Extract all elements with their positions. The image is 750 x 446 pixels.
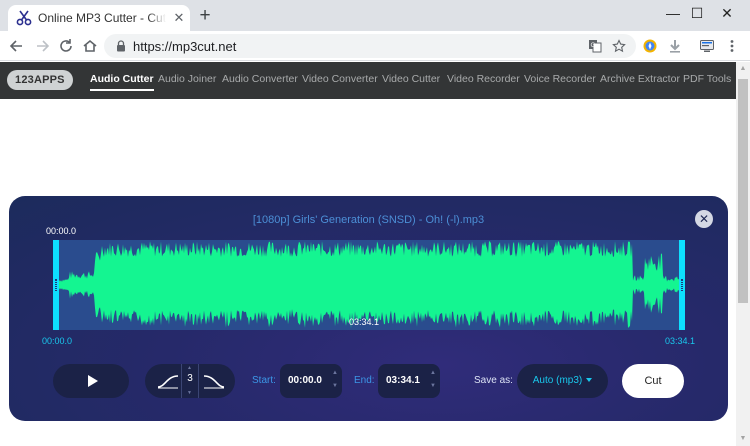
new-tab-button[interactable]: + [196, 6, 214, 25]
nav-archive-extractor[interactable]: Archive Extractor [600, 73, 680, 85]
format-dropdown[interactable]: Auto (mp3) [517, 364, 608, 398]
caret-down-icon [586, 378, 593, 382]
end-trim-handle[interactable] [679, 240, 685, 330]
extension-compass-icon[interactable] [642, 38, 658, 54]
svg-text:G: G [591, 42, 596, 49]
end-time-value: 03:34.1 [386, 375, 420, 386]
site-logo[interactable]: 123APPS [7, 70, 73, 90]
tab-close-icon[interactable]: ✕ [171, 10, 187, 26]
bookmark-star-icon[interactable] [612, 39, 626, 53]
fade-control: ▲ 3 ▼ [145, 364, 235, 398]
tab-title: Online MP3 Cutter - Cut Songs, Make Ring… [38, 11, 166, 25]
end-time-label: End: [354, 375, 375, 386]
home-icon[interactable] [81, 37, 99, 55]
nav-audio-converter[interactable]: Audio Converter [222, 73, 298, 85]
nav-pdf-tools[interactable]: PDF Tools [683, 73, 731, 85]
nav-audio-joiner[interactable]: Audio Joiner [158, 73, 216, 85]
range-end-label: 03:34.1 [665, 336, 696, 346]
nav-video-converter[interactable]: Video Converter [302, 73, 378, 85]
play-icon [88, 375, 98, 387]
scrollbar-thumb[interactable] [738, 79, 748, 303]
range-start-label: 00:00.0 [42, 336, 73, 346]
start-time-value: 00:00.0 [288, 375, 322, 386]
format-value: Auto (mp3) [532, 375, 583, 386]
chevron-down-icon[interactable]: ▼ [332, 383, 338, 389]
file-name: [1080p] Girls' Generation (SNSD) - Oh! (… [252, 214, 485, 226]
url-text: https://mp3cut.net [133, 39, 237, 54]
end-time-input[interactable]: 03:34.1 ▲ ▼ [378, 364, 440, 398]
scroll-down-arrow-icon[interactable]: ▼ [736, 432, 750, 446]
address-bar[interactable]: https://mp3cut.net G [104, 34, 636, 58]
scissors-icon [16, 10, 32, 26]
page-scrollbar[interactable]: ▲ ▼ [736, 62, 750, 446]
tab-strip: Online MP3 Cutter - Cut Songs, Make Ring… [0, 0, 750, 31]
cut-button[interactable]: Cut [622, 364, 684, 398]
chevron-up-icon[interactable]: ▲ [430, 370, 436, 376]
download-icon[interactable] [667, 38, 683, 54]
lock-icon [117, 40, 125, 52]
browser-toolbar: https://mp3cut.net G [0, 31, 750, 61]
cursor-time-label: 00:00.0 [46, 226, 77, 236]
play-button[interactable] [53, 364, 129, 398]
grip-icon [681, 279, 683, 291]
audio-editor-panel: [1080p] Girls' Generation (SNSD) - Oh! (… [9, 196, 728, 421]
divider [198, 364, 199, 398]
site-nav-bar: 123APPS Audio Cutter Audio Joiner Audio … [0, 62, 736, 99]
save-as-label: Save as: [474, 375, 513, 386]
reload-icon[interactable] [57, 37, 75, 55]
nav-voice-recorder[interactable]: Voice Recorder [524, 73, 596, 85]
menu-kebab-icon[interactable] [724, 38, 740, 54]
fade-increase-arrow-icon[interactable]: ▲ [187, 365, 192, 371]
start-time-label: Start: [252, 375, 276, 386]
selection-duration-label: 03:34.1 [349, 317, 380, 327]
chevron-down-icon[interactable]: ▼ [430, 383, 436, 389]
close-window-button[interactable]: ✕ [704, 0, 750, 28]
editor-controls: ▲ 3 ▼ Start: 00:00.0 ▲ ▼ End: 03:34.1 ▲ … [9, 364, 728, 400]
grip-icon [55, 279, 57, 291]
start-trim-handle[interactable] [53, 240, 59, 330]
translate-icon[interactable]: G [588, 39, 602, 53]
forward-arrow-icon[interactable] [33, 37, 51, 55]
fade-in-icon[interactable] [157, 373, 179, 389]
fade-decrease-arrow-icon[interactable]: ▼ [187, 390, 192, 396]
fade-out-icon[interactable] [203, 373, 225, 389]
back-arrow-icon[interactable] [8, 37, 26, 55]
extension-screen-icon[interactable] [699, 38, 715, 54]
nav-audio-cutter[interactable]: Audio Cutter [90, 73, 154, 91]
scroll-up-arrow-icon[interactable]: ▲ [736, 62, 750, 76]
nav-video-cutter[interactable]: Video Cutter [382, 73, 440, 85]
start-time-input[interactable]: 00:00.0 ▲ ▼ [280, 364, 342, 398]
nav-video-recorder[interactable]: Video Recorder [447, 73, 520, 85]
close-file-button[interactable]: ✕ [695, 210, 713, 228]
browser-tab[interactable]: Online MP3 Cutter - Cut Songs, Make Ring… [8, 5, 190, 31]
browser-window: Online MP3 Cutter - Cut Songs, Make Ring… [0, 0, 750, 446]
fade-duration-value: 3 [187, 373, 193, 384]
chevron-up-icon[interactable]: ▲ [332, 370, 338, 376]
